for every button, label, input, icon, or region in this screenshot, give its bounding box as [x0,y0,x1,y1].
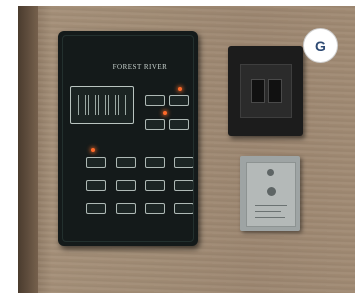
indicator-led [91,148,95,152]
panel-key [116,203,136,214]
display-digit [88,95,96,115]
panel-key [116,180,136,191]
sensor-knob [267,187,276,196]
photo-label-badge: G [303,28,338,63]
wall-trim [18,6,38,293]
panel-key [169,95,189,106]
panel-brand-label: FOREST RIVER [112,63,168,71]
panel-key [174,203,194,214]
sensor-face [246,162,296,227]
sensor-screw [267,169,274,176]
panel-key [86,203,106,214]
panel-key [116,157,136,168]
display-digit [108,95,116,115]
panel-key [86,180,106,191]
switch-bezel [240,64,292,118]
indicator-led [178,87,182,91]
panel-key [145,157,165,168]
panel-key [169,119,189,130]
panel-display [70,86,134,124]
panel-key [174,157,194,168]
rocker-switch [251,79,265,103]
indicator-led [163,111,167,115]
sensor-marking [255,211,281,212]
sensor-marking [255,217,285,218]
wall-switch-plate [228,46,303,136]
panel-key [174,180,194,191]
display-digit [78,95,86,115]
panel-key [145,180,165,191]
sensor-cover-plate [240,156,300,231]
rocker-switch [268,79,282,103]
panel-key [86,157,106,168]
rv-control-panel: FOREST RIVER [58,31,198,246]
display-digit [98,95,106,115]
panel-key [145,203,165,214]
panel-key [145,95,165,106]
sensor-marking [255,205,287,206]
display-digit [118,95,126,115]
panel-key [145,119,165,130]
